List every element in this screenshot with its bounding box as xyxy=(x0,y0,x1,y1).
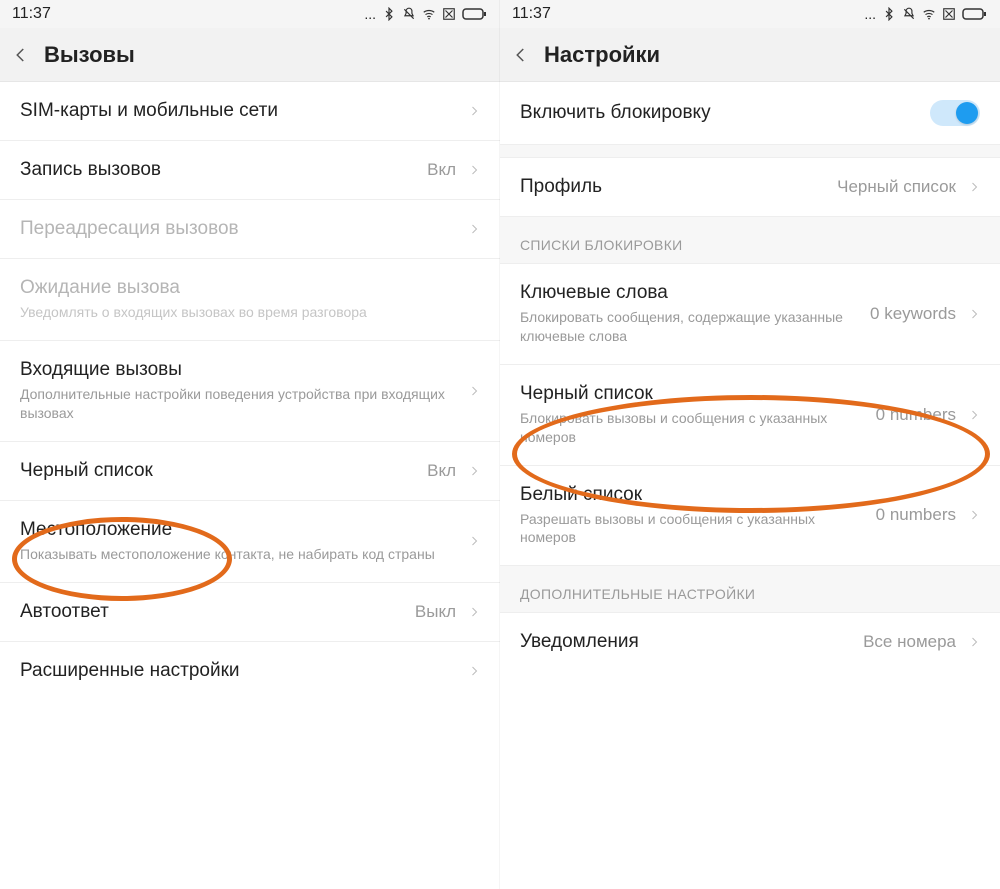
page-title: Вызовы xyxy=(44,42,135,68)
chevron-right-icon xyxy=(968,636,980,648)
chevron-right-icon xyxy=(968,181,980,193)
row-label: Черный список xyxy=(20,460,415,482)
row-sublabel: Показывать местоположение контакта, не н… xyxy=(20,545,456,564)
row-label: Уведомления xyxy=(520,631,851,653)
toggle-enable-blocking[interactable] xyxy=(930,100,980,126)
no-signal-icon xyxy=(442,7,456,21)
status-time: 11:37 xyxy=(12,5,51,23)
chevron-left-icon xyxy=(512,46,530,64)
more-icon: ... xyxy=(864,6,876,22)
row-profile[interactable]: Профиль Черный список xyxy=(500,158,1000,216)
row-sublabel: Дополнительные настройки поведения устро… xyxy=(20,385,456,423)
phone-left: 11:37 ... Вызовы SIM-карты и мобильные с… xyxy=(0,0,500,889)
status-bar: 11:37 ... xyxy=(500,0,1000,28)
row-location[interactable]: Местоположение Показывать местоположение… xyxy=(0,500,500,582)
row-sim-cards[interactable]: SIM-карты и мобильные сети xyxy=(0,82,500,140)
chevron-right-icon xyxy=(468,465,480,477)
row-incoming-calls[interactable]: Входящие вызовы Дополнительные настройки… xyxy=(0,340,500,441)
row-label: Ключевые слова xyxy=(520,282,858,304)
row-sublabel: Блокировать сообщения, содержащие указан… xyxy=(520,308,858,346)
section-gap xyxy=(500,144,1000,158)
chevron-right-icon xyxy=(468,164,480,176)
row-label: Профиль xyxy=(520,176,825,198)
row-call-recording[interactable]: Запись вызовов Вкл xyxy=(0,140,500,199)
chevron-right-icon xyxy=(468,385,480,397)
row-value: Черный список xyxy=(837,177,956,197)
row-label: Расширенные настройки xyxy=(20,660,456,682)
row-value: 0 numbers xyxy=(876,405,956,425)
row-sublabel: Блокировать вызовы и сообщения с указанн… xyxy=(520,409,864,447)
row-whitelist[interactable]: Белый список Разрешать вызовы и сообщени… xyxy=(500,465,1000,566)
chevron-right-icon xyxy=(968,308,980,320)
chevron-left-icon xyxy=(12,46,30,64)
row-label: Переадресация вызовов xyxy=(20,218,456,240)
row-value: 0 numbers xyxy=(876,505,956,525)
row-blacklist[interactable]: Черный список Вкл xyxy=(0,441,500,500)
row-auto-answer[interactable]: Автоответ Выкл xyxy=(0,582,500,641)
section-header-blocklists: СПИСКИ БЛОКИРОВКИ xyxy=(500,216,1000,264)
row-label: SIM-карты и мобильные сети xyxy=(20,100,456,122)
chevron-right-icon xyxy=(468,606,480,618)
chevron-right-icon xyxy=(468,105,480,117)
back-button[interactable] xyxy=(12,46,30,64)
bluetooth-icon xyxy=(882,7,896,21)
row-value: Все номера xyxy=(863,632,956,652)
row-advanced-settings[interactable]: Расширенные настройки xyxy=(0,641,500,700)
page-title: Настройки xyxy=(544,42,660,68)
row-value: Вкл xyxy=(427,461,456,481)
phone-right: 11:37 ... Настройки Включить блокировку xyxy=(500,0,1000,889)
row-label: Белый список xyxy=(520,484,864,506)
settings-list-right: Включить блокировку Профиль Черный списо… xyxy=(500,82,1000,671)
row-label: Черный список xyxy=(520,383,864,405)
nav-bar: Вызовы xyxy=(0,28,500,82)
toggle-knob xyxy=(956,102,978,124)
row-blacklist[interactable]: Черный список Блокировать вызовы и сообщ… xyxy=(500,364,1000,465)
row-keywords[interactable]: Ключевые слова Блокировать сообщения, со… xyxy=(500,264,1000,364)
wifi-icon xyxy=(422,7,436,21)
row-enable-blocking[interactable]: Включить блокировку xyxy=(500,82,1000,144)
row-label: Включить блокировку xyxy=(520,102,918,124)
row-label: Местоположение xyxy=(20,519,456,541)
row-value: Вкл xyxy=(427,160,456,180)
chevron-right-icon xyxy=(468,223,480,235)
chevron-right-icon xyxy=(968,509,980,521)
chevron-right-icon xyxy=(468,535,480,547)
row-label: Ожидание вызова xyxy=(20,277,480,299)
row-notifications[interactable]: Уведомления Все номера xyxy=(500,613,1000,671)
settings-list-left: SIM-карты и мобильные сети Запись вызово… xyxy=(0,82,500,700)
row-sublabel: Уведомлять о входящих вызовах во время р… xyxy=(20,303,480,322)
row-label: Запись вызовов xyxy=(20,159,415,181)
section-header-additional: ДОПОЛНИТЕЛЬНЫЕ НАСТРОЙКИ xyxy=(500,565,1000,613)
row-call-waiting[interactable]: Ожидание вызова Уведомлять о входящих вы… xyxy=(0,258,500,340)
row-value: Выкл xyxy=(415,602,456,622)
battery-icon xyxy=(462,7,488,21)
status-time: 11:37 xyxy=(512,5,551,23)
status-icons: ... xyxy=(864,6,988,22)
no-signal-icon xyxy=(942,7,956,21)
row-call-forwarding[interactable]: Переадресация вызовов xyxy=(0,199,500,258)
bluetooth-icon xyxy=(382,7,396,21)
status-bar: 11:37 ... xyxy=(0,0,500,28)
more-icon: ... xyxy=(364,6,376,22)
row-label: Автоответ xyxy=(20,601,403,623)
status-icons: ... xyxy=(364,6,488,22)
row-value: 0 keywords xyxy=(870,304,956,324)
nav-bar: Настройки xyxy=(500,28,1000,82)
chevron-right-icon xyxy=(468,665,480,677)
chevron-right-icon xyxy=(968,409,980,421)
row-label: Входящие вызовы xyxy=(20,359,456,381)
row-sublabel: Разрешать вызовы и сообщения с указанных… xyxy=(520,510,864,548)
wifi-icon xyxy=(922,7,936,21)
battery-icon xyxy=(962,7,988,21)
mute-icon xyxy=(902,7,916,21)
back-button[interactable] xyxy=(512,46,530,64)
mute-icon xyxy=(402,7,416,21)
